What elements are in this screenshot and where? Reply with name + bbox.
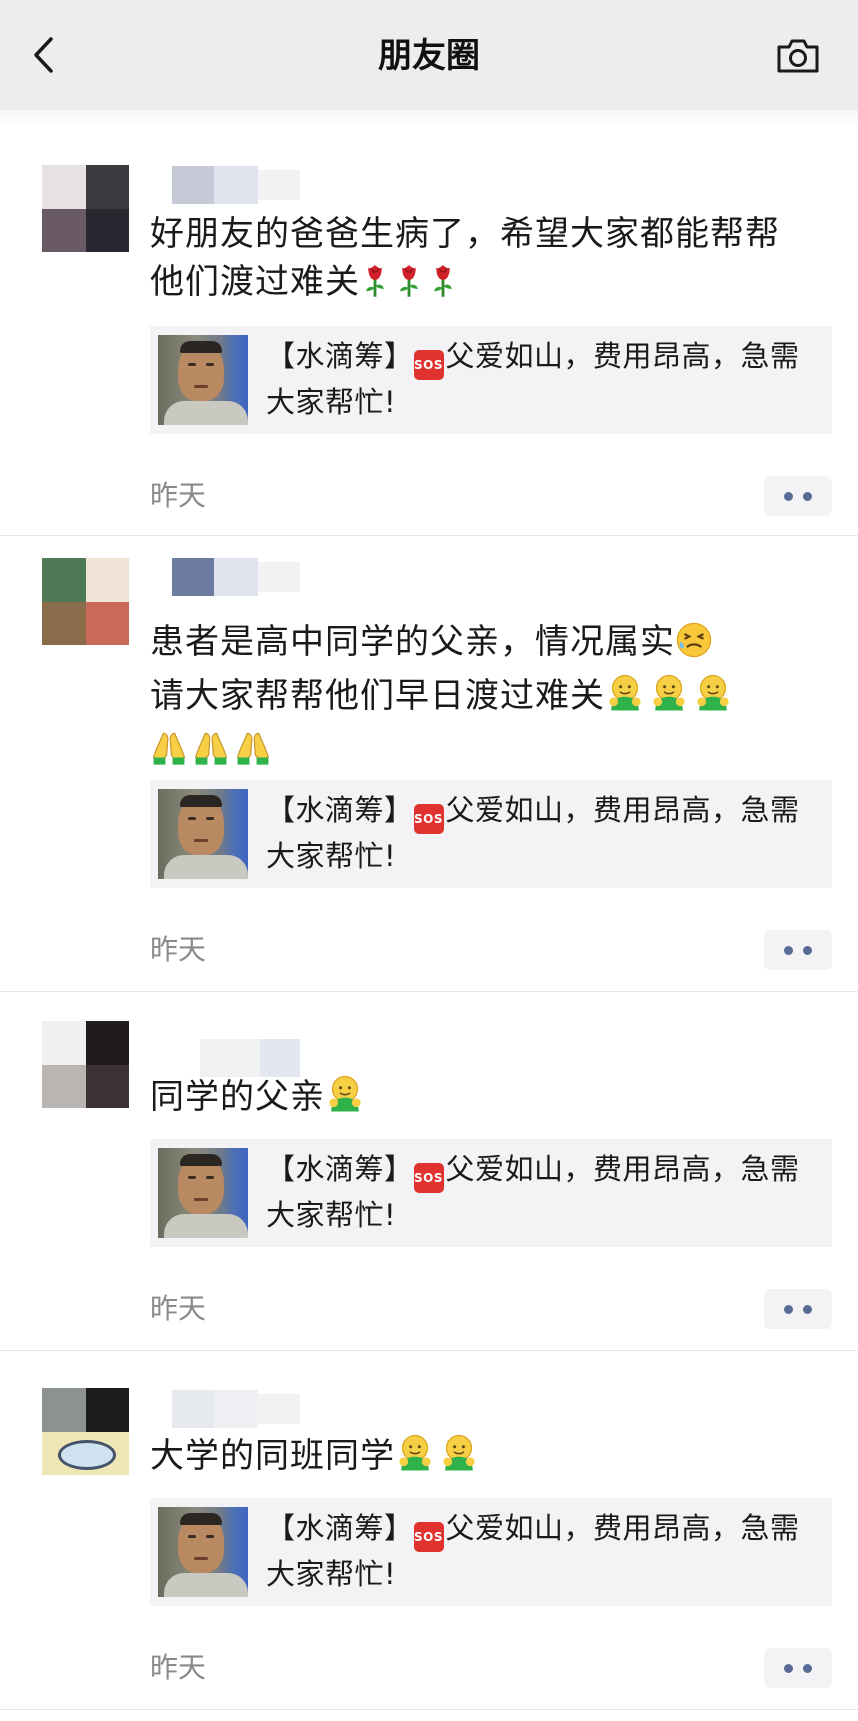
post-time: 昨天 (150, 1651, 207, 1684)
rose-icon (394, 263, 424, 312)
moment-post: 患者是高中同学的父亲，情况属实 请大家帮帮他们早日渡过难关 【水滴筹】SOS父爱… (0, 538, 858, 992)
post-text-line: 大学的同班同学 (150, 1436, 395, 1476)
avatar[interactable] (42, 558, 129, 645)
author-name-blurred[interactable] (172, 556, 300, 596)
rose-icon (428, 263, 458, 312)
camera-button[interactable] (772, 36, 824, 80)
post-text-line: 好朋友的爸爸生病了，希望大家都能帮帮 (150, 214, 780, 254)
pray-icon (234, 729, 272, 780)
post-divider (0, 1350, 858, 1351)
dot-icon (803, 1304, 812, 1314)
hug-icon (693, 673, 733, 726)
moment-post: 好朋友的爸爸生病了，希望大家都能帮帮 他们渡过难关 【水滴筹】SOS父爱如山，费… (0, 130, 858, 536)
card-thumbnail (158, 789, 248, 879)
moment-post: 大学的同班同学 【水滴筹】SOS父爱如山，费用昂高，急需 大家帮忙! 昨天 (0, 1352, 858, 1710)
post-text-line: 同学的父亲 (150, 1077, 325, 1117)
post-text: 同学的父亲 (150, 1073, 830, 1127)
author-name-blurred[interactable] (172, 1388, 300, 1428)
author-name-blurred[interactable] (172, 164, 300, 204)
dot-icon (803, 945, 812, 955)
more-actions-button[interactable] (764, 1289, 832, 1329)
avatar[interactable] (42, 1388, 129, 1475)
post-divider (0, 535, 858, 536)
sos-icon: SOS (413, 1163, 444, 1193)
dot-icon (803, 1663, 812, 1673)
post-text: 好朋友的爸爸生病了，希望大家都能帮帮 他们渡过难关 (150, 210, 830, 312)
sos-icon: SOS (413, 804, 444, 834)
dot-icon (803, 491, 812, 501)
pray-icon (150, 729, 188, 780)
shared-link-card[interactable]: 【水滴筹】SOS父爱如山，费用昂高，急需 大家帮忙! (150, 780, 832, 888)
hug-icon (395, 1433, 435, 1486)
post-text-line: 请大家帮帮他们早日渡过难关 (150, 676, 605, 716)
dot-icon (784, 491, 793, 501)
author-name-blurred[interactable] (200, 1037, 300, 1077)
post-text: 大学的同班同学 (150, 1432, 830, 1486)
post-divider (0, 1709, 858, 1710)
more-actions-button[interactable] (764, 930, 832, 970)
post-time: 昨天 (150, 1292, 207, 1325)
hug-icon (605, 673, 645, 726)
post-divider (0, 991, 858, 992)
card-thumbnail (158, 1507, 248, 1597)
avatar[interactable] (42, 165, 129, 252)
sos-icon: SOS (413, 350, 444, 380)
dot-icon (784, 945, 793, 955)
sos-icon: SOS (413, 1522, 444, 1552)
shared-link-card[interactable]: 【水滴筹】SOS父爱如山，费用昂高，急需 大家帮忙! (150, 326, 832, 434)
dot-icon (784, 1663, 793, 1673)
moment-post: 同学的父亲 【水滴筹】SOS父爱如山，费用昂高，急需 大家帮忙! 昨天 (0, 993, 858, 1351)
post-time: 昨天 (150, 933, 207, 966)
persevere-face-icon (675, 621, 713, 672)
hug-icon (325, 1074, 365, 1127)
pray-icon (192, 729, 230, 780)
more-actions-button[interactable] (764, 1648, 832, 1688)
card-title: 【水滴筹】SOS父爱如山，费用昂高，急需 大家帮忙! (266, 793, 800, 873)
card-title: 【水滴筹】SOS父爱如山，费用昂高，急需 大家帮忙! (266, 339, 800, 419)
card-title: 【水滴筹】SOS父爱如山，费用昂高，急需 大家帮忙! (266, 1152, 800, 1232)
avatar[interactable] (42, 1021, 129, 1108)
post-text-line: 患者是高中同学的父亲，情况属实 (150, 622, 675, 662)
rose-icon (360, 263, 390, 312)
camera-icon (775, 37, 821, 79)
card-title: 【水滴筹】SOS父爱如山，费用昂高，急需 大家帮忙! (266, 1511, 800, 1591)
top-bar: 朋友圈 (0, 0, 858, 110)
dot-icon (784, 1304, 793, 1314)
card-thumbnail (158, 335, 248, 425)
shared-link-card[interactable]: 【水滴筹】SOS父爱如山，费用昂高，急需 大家帮忙! (150, 1139, 832, 1247)
card-thumbnail (158, 1148, 248, 1238)
page-title: 朋友圈 (378, 36, 480, 76)
header-shadow (0, 110, 858, 128)
post-text-line: 他们渡过难关 (150, 262, 360, 302)
more-actions-button[interactable] (764, 476, 832, 516)
hug-icon (649, 673, 689, 726)
post-text: 患者是高中同学的父亲，情况属实 请大家帮帮他们早日渡过难关 (150, 618, 830, 780)
hug-icon (439, 1433, 479, 1486)
shared-link-card[interactable]: 【水滴筹】SOS父爱如山，费用昂高，急需 大家帮忙! (150, 1498, 832, 1606)
post-time: 昨天 (150, 479, 207, 512)
